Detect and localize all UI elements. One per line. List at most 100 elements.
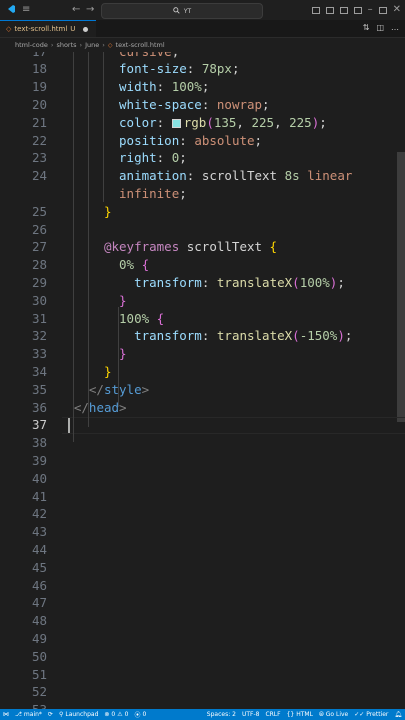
minimize-icon[interactable]: – [368, 5, 373, 15]
code-token: nowrap [216, 96, 263, 112]
indent-guide [73, 52, 74, 442]
code-line[interactable]: font-size: 78px; [119, 60, 239, 78]
code-line[interactable]: } [119, 345, 127, 363]
code-line[interactable]: infinite; [119, 185, 187, 203]
unsaved-dot-icon[interactable] [83, 26, 89, 32]
code-token: > [119, 399, 127, 415]
line-number: 44 [31, 541, 47, 557]
git-branch[interactable]: ⎇ main* [12, 711, 45, 718]
code-token: translateX [216, 328, 293, 344]
code-line[interactable]: width: 100%; [119, 78, 209, 96]
line-number: 40 [31, 470, 47, 486]
compare-changes-icon[interactable]: ⇅ [363, 23, 370, 32]
toggle-secondary-sidebar-icon[interactable] [339, 6, 348, 14]
breadcrumb-item[interactable]: June [85, 41, 99, 49]
code-line[interactable]: transform: translateX(-150%); [134, 327, 352, 345]
code-line[interactable]: } [104, 203, 112, 221]
code-token: ; [201, 79, 210, 95]
vertical-scrollbar[interactable] [397, 152, 405, 422]
remote-indicator-icon[interactable]: ⋈ [0, 711, 12, 718]
line-number: 21 [31, 114, 47, 130]
code-line[interactable]: 0% { [119, 256, 149, 274]
warning-count: 0 [124, 711, 129, 718]
code-token: scrollText [179, 239, 270, 255]
line-number: 23 [31, 150, 47, 166]
code-token: 100% [299, 274, 330, 290]
code-line[interactable]: white-space: nowrap; [119, 96, 270, 114]
status-bar: ⋈ ⎇ main* ⟳ ⚲ Launchpad ⊗ 0 ⚠ 0 ⦿ 0 Spac… [0, 709, 405, 720]
code-token: ; [319, 114, 327, 130]
code-line[interactable]: </style> [89, 381, 149, 399]
code-line[interactable]: @keyframes scrollText { [104, 238, 277, 256]
eol-button[interactable]: CRLF [262, 711, 283, 718]
code-editor[interactable]: 17 cursive; 18 font-size: 78px; 19 width: 100… [0, 52, 405, 709]
code-token: style [103, 381, 142, 397]
code-line[interactable]: color: rgb(135, 225, 225); [119, 114, 327, 132]
breadcrumb-separator-icon: › [102, 41, 105, 49]
prettier-button[interactable]: ✓✓ Prettier [351, 711, 391, 718]
line-number: 47 [31, 595, 47, 611]
code-line[interactable]: } [119, 292, 127, 310]
line-number: 39 [31, 452, 47, 468]
encoding-button[interactable]: UTF-8 [239, 711, 263, 718]
language-mode-button[interactable]: {} HTML [284, 711, 316, 718]
code-line[interactable]: } [104, 363, 112, 381]
code-token: absolute [194, 132, 255, 148]
maximize-icon[interactable] [378, 6, 387, 14]
launchpad-button[interactable]: ⚲ Launchpad [56, 711, 101, 718]
code-line[interactable]: cursive; [119, 52, 179, 60]
line-number: 50 [31, 648, 47, 664]
back-arrow-icon[interactable]: ← [72, 5, 80, 15]
search-label: YT [183, 7, 192, 15]
code-token: 8s [284, 168, 300, 184]
line-number: 41 [31, 488, 47, 504]
breadcrumb-separator-icon: › [50, 41, 54, 49]
tab-text-scroll-html[interactable]: ◇ text-scroll.html U [0, 20, 96, 37]
line-number: 24 [31, 168, 47, 184]
breadcrumb-item[interactable]: shorts [56, 41, 76, 49]
code-token: translateX [216, 274, 293, 290]
code-line[interactable]: transform: translateX(100%); [134, 274, 345, 292]
html-file-icon: ◇ [107, 41, 113, 49]
problems-indicator[interactable]: ⊗ 0 ⚠ 0 [101, 711, 131, 718]
tab-filename: text-scroll.html [14, 25, 68, 33]
breadcrumb-item[interactable]: text-scroll.html [116, 41, 165, 49]
ports-indicator[interactable]: ⦿ 0 [131, 710, 149, 719]
code-token: 100% [171, 79, 202, 95]
code-line[interactable]: 100% { [119, 310, 164, 328]
code-line[interactable]: position: absolute; [119, 132, 262, 150]
bell-icon[interactable]: 🔔︎ [391, 711, 405, 718]
code-token: : [186, 61, 202, 77]
indentation-button[interactable]: Spaces: 2 [204, 711, 239, 718]
line-number: 33 [31, 346, 47, 362]
title-bar-left: ≡ [0, 4, 30, 17]
code-token: color [119, 114, 157, 130]
toggle-sidebar-icon[interactable] [311, 6, 320, 14]
search-icon [173, 6, 180, 16]
double-check-icon: ✓✓ [354, 711, 365, 718]
customize-layout-icon[interactable] [353, 6, 362, 14]
error-count: 0 [111, 711, 116, 718]
forward-arrow-icon[interactable]: → [86, 5, 94, 15]
code-token: ; [179, 150, 187, 166]
go-live-button[interactable]: ⦾ Go Live [316, 711, 351, 719]
command-center-search[interactable]: YT [101, 3, 263, 19]
code-line[interactable]: right: 0; [119, 149, 187, 167]
breadcrumb-item[interactable]: html-code [15, 41, 48, 49]
line-number: 37 [31, 417, 47, 433]
toggle-panel-icon[interactable] [325, 6, 334, 14]
code-token: ; [231, 61, 240, 77]
color-swatch-icon[interactable] [171, 118, 181, 128]
indent-guide [88, 52, 89, 427]
line-number: 31 [31, 310, 47, 326]
code-token: infinite [119, 185, 180, 201]
sync-icon[interactable]: ⟳ [45, 711, 56, 718]
more-actions-icon[interactable]: … [391, 23, 399, 32]
menu-icon[interactable]: ≡ [22, 5, 30, 15]
code-line[interactable]: animation: scrollText 8s linear [119, 167, 352, 185]
code-token: ( [206, 114, 214, 130]
split-editor-icon[interactable]: ◫ [376, 23, 384, 32]
warning-icon: ⚠ [117, 711, 123, 718]
close-window-icon[interactable]: ✕ [393, 5, 401, 15]
code-token: rgb [183, 114, 207, 130]
